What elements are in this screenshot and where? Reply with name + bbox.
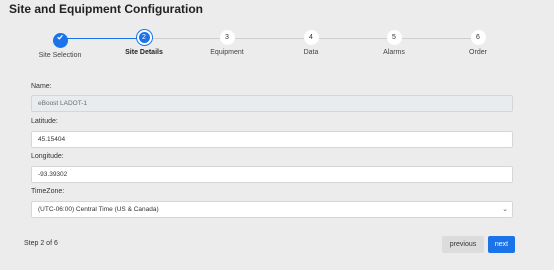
name-label: Name: bbox=[31, 83, 52, 90]
step-check-circle bbox=[52, 33, 68, 48]
step-site-details[interactable]: 2 Site Details bbox=[109, 30, 179, 56]
step-alarms[interactable]: 5 Alarms bbox=[359, 30, 429, 56]
latitude-field[interactable]: 45.15404 bbox=[31, 131, 513, 148]
step-counter: Step 2 of 6 bbox=[24, 240, 58, 247]
step-label: Site Details bbox=[125, 49, 163, 56]
step-label: Equipment bbox=[210, 49, 244, 56]
step-label: Order bbox=[469, 49, 487, 56]
page-title: Site and Equipment Configuration bbox=[9, 2, 203, 16]
step-data[interactable]: 4 Data bbox=[276, 30, 346, 56]
step-label: Site Selection bbox=[38, 52, 82, 59]
longitude-field[interactable]: -93.39302 bbox=[31, 166, 513, 183]
longitude-label: Longitude: bbox=[31, 153, 64, 160]
next-button[interactable]: next bbox=[488, 236, 515, 253]
timezone-label: TimeZone: bbox=[31, 188, 65, 195]
step-equipment[interactable]: 3 Equipment bbox=[192, 30, 262, 56]
step-number: 5 bbox=[386, 30, 402, 45]
step-order[interactable]: 6 Order bbox=[443, 30, 513, 56]
latitude-label: Latitude: bbox=[31, 118, 58, 125]
step-label: Alarms bbox=[383, 49, 405, 56]
step-site-selection[interactable]: Site Selection bbox=[25, 30, 95, 59]
progress-stepper: Site Selection 2 Site Details 3 Equipmen… bbox=[0, 30, 554, 64]
check-icon bbox=[57, 34, 63, 40]
step-label: Data bbox=[303, 49, 319, 56]
step-number: 4 bbox=[303, 30, 319, 45]
chevron-down-icon: ⌄ bbox=[502, 206, 508, 213]
step-number: 2 bbox=[136, 30, 152, 45]
previous-button[interactable]: previous bbox=[442, 236, 484, 253]
step-number: 3 bbox=[219, 30, 235, 45]
name-field: eBoost LADOT-1 bbox=[31, 95, 513, 112]
timezone-value: (UTC-06:00) Central Time (US & Canada) bbox=[38, 206, 159, 213]
timezone-select[interactable]: (UTC-06:00) Central Time (US & Canada) ⌄ bbox=[31, 201, 513, 218]
step-number: 6 bbox=[470, 30, 486, 45]
